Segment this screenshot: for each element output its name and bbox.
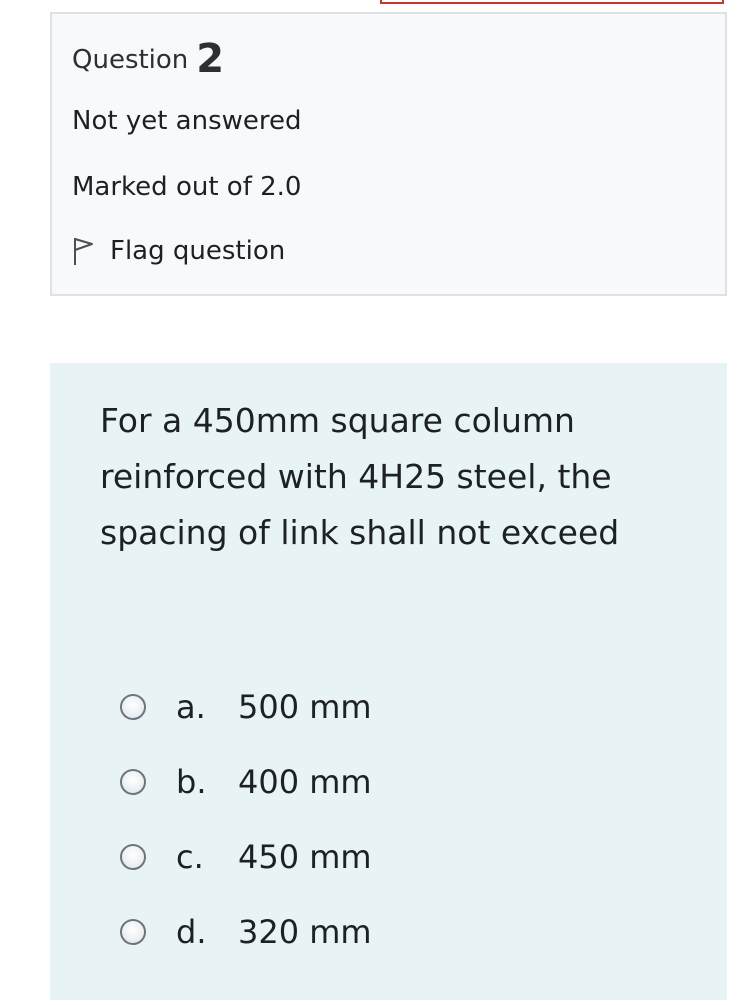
answer-options: a. 500 mm b. 400 mm c. 450 mm d. 320 mm xyxy=(120,669,372,969)
answer-text: 400 mm xyxy=(238,762,372,801)
answer-text: 450 mm xyxy=(238,837,372,876)
radio-unchecked-icon[interactable] xyxy=(120,843,146,870)
flag-icon xyxy=(72,236,94,266)
question-text: For a 450mm square column reinforced wit… xyxy=(100,401,620,552)
flag-question-label: Flag question xyxy=(110,236,286,266)
radio-unchecked-icon[interactable] xyxy=(120,918,146,945)
answer-option-b[interactable]: b. 400 mm xyxy=(120,744,372,819)
answer-text: 320 mm xyxy=(238,912,372,951)
question-content: For a 450mm square column reinforced wit… xyxy=(50,363,727,1000)
question-grade: Marked out of 2.0 xyxy=(72,172,302,202)
answer-letter: d. xyxy=(176,912,207,951)
question-state: Not yet answered xyxy=(72,106,302,136)
question-label: Question xyxy=(72,45,189,75)
answer-text: 500 mm xyxy=(238,687,372,726)
question-number: 2 xyxy=(196,36,225,82)
answer-option-a[interactable]: a. 500 mm xyxy=(120,669,372,744)
answer-option-c[interactable]: c. 450 mm xyxy=(120,819,372,894)
radio-unchecked-icon[interactable] xyxy=(120,768,146,795)
answer-letter: b. xyxy=(176,762,207,801)
answer-letter: c. xyxy=(176,837,204,876)
question-info-box: Question 2 Not yet answered Marked out of… xyxy=(50,12,727,296)
question-heading: Question 2 xyxy=(72,36,224,82)
answer-letter: a. xyxy=(176,687,206,726)
radio-unchecked-icon[interactable] xyxy=(120,693,146,720)
previous-question-outline xyxy=(380,0,724,4)
flag-question-button[interactable]: Flag question xyxy=(72,236,285,266)
answer-option-d[interactable]: d. 320 mm xyxy=(120,894,372,969)
